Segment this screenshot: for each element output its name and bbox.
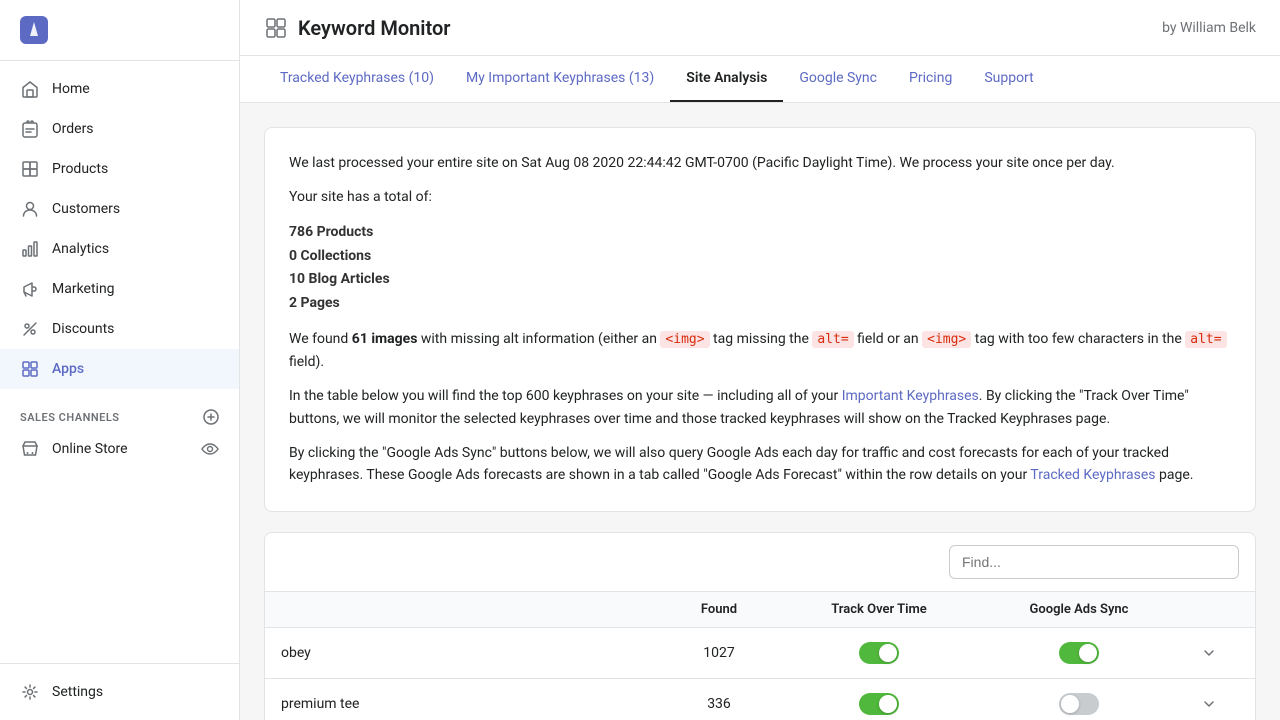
online-store-visibility-icon[interactable] <box>201 440 219 458</box>
topbar: Keyword Monitor by William Belk <box>240 0 1280 56</box>
sidebar-item-customers-label: Customers <box>52 201 120 217</box>
topbar-left: Keyword Monitor <box>264 16 451 40</box>
processed-date-text: We last processed your entire site on Sa… <box>289 152 1231 174</box>
table-row: premium tee 336 <box>265 679 1255 720</box>
header-keyword <box>281 602 659 617</box>
home-icon <box>20 79 40 99</box>
sales-channels-section: SALES CHANNELS Online Store <box>0 397 239 469</box>
alt-attr-2: alt= <box>1185 331 1226 348</box>
table-row: obey 1027 <box>265 628 1255 679</box>
google-toggle-premium-tee-switch[interactable] <box>1059 693 1099 715</box>
sidebar-item-apps[interactable]: Apps <box>0 349 239 389</box>
topbar-author: by William Belk <box>1162 20 1256 36</box>
sidebar-item-marketing[interactable]: Marketing <box>0 269 239 309</box>
settings-icon <box>20 682 40 702</box>
add-sales-channel-icon[interactable] <box>203 409 219 425</box>
keywords-table: Found Track Over Time Google Ads Sync ob… <box>264 532 1256 720</box>
topbar-app-icon <box>264 16 288 40</box>
sidebar-navigation: Home Orders Products Customers <box>0 61 239 397</box>
sales-channels-title: SALES CHANNELS <box>0 397 239 429</box>
header-expand <box>1179 602 1239 617</box>
discounts-icon <box>20 319 40 339</box>
alt-attr-1: alt= <box>812 331 853 348</box>
site-total-section: Your site has a total of: <box>289 186 1231 208</box>
sidebar-logo <box>0 0 239 61</box>
sidebar-item-apps-label: Apps <box>52 361 84 377</box>
track-toggle-obey-switch[interactable] <box>859 642 899 664</box>
online-store-icon <box>20 439 40 459</box>
img-tag-1: <img> <box>660 331 709 348</box>
images-count: 61 images <box>352 331 418 347</box>
table-search-bar <box>265 533 1255 592</box>
expand-obey[interactable] <box>1179 643 1239 663</box>
tab-site-analysis[interactable]: Site Analysis <box>670 56 783 102</box>
content-area: We last processed your entire site on Sa… <box>240 103 1280 720</box>
settings-section: Settings <box>0 663 239 720</box>
sidebar-item-analytics-label: Analytics <box>52 241 109 257</box>
sidebar-item-online-store[interactable]: Online Store <box>0 429 239 469</box>
customers-icon <box>20 199 40 219</box>
apps-icon <box>20 359 40 379</box>
tracked-keyphrases-link[interactable]: Tracked Keyphrases <box>1030 467 1155 483</box>
important-keyphrases-link[interactable]: Important Keyphrases <box>842 388 979 404</box>
search-input[interactable] <box>949 545 1239 579</box>
found-cell-premium-tee: 336 <box>659 696 779 712</box>
chevron-down-icon[interactable] <box>1199 643 1219 663</box>
blog-articles-count: 10 Blog Articles <box>289 268 1231 292</box>
tab-google-sync[interactable]: Google Sync <box>783 56 893 102</box>
sidebar-item-settings-label: Settings <box>52 684 103 700</box>
table-header: Found Track Over Time Google Ads Sync <box>265 592 1255 628</box>
sidebar-item-products-label: Products <box>52 161 108 177</box>
img-tag-2: <img> <box>922 331 971 348</box>
google-toggle-premium-tee[interactable] <box>979 693 1179 715</box>
keyword-cell-premium-tee: premium tee <box>281 696 659 712</box>
google-toggle-obey[interactable] <box>979 642 1179 664</box>
tabs-bar: Tracked Keyphrases (10) My Important Key… <box>240 56 1280 103</box>
shopify-logo-icon <box>20 16 48 44</box>
products-count: 786 Products <box>289 221 1231 245</box>
analytics-icon <box>20 239 40 259</box>
sidebar-item-discounts-label: Discounts <box>52 321 114 337</box>
site-info-section: We last processed your entire site on Sa… <box>264 127 1256 512</box>
header-found: Found <box>659 602 779 617</box>
chevron-down-icon[interactable] <box>1199 694 1219 714</box>
sidebar-item-marketing-label: Marketing <box>52 281 115 297</box>
table-intro-text: In the table below you will find the top… <box>289 385 1231 430</box>
online-store-label: Online Store <box>52 441 128 457</box>
tab-important-keyphrases[interactable]: My Important Keyphrases (13) <box>450 56 670 102</box>
header-track: Track Over Time <box>779 602 979 617</box>
pages-count: 2 Pages <box>289 292 1231 316</box>
track-toggle-premium-tee-switch[interactable] <box>859 693 899 715</box>
found-cell-obey: 1027 <box>659 645 779 661</box>
track-toggle-premium-tee[interactable] <box>779 693 979 715</box>
main-content: Keyword Monitor by William Belk Tracked … <box>240 0 1280 720</box>
tab-tracked-keyphrases[interactable]: Tracked Keyphrases (10) <box>264 56 450 102</box>
sidebar-item-customers[interactable]: Customers <box>0 189 239 229</box>
page-title: Keyword Monitor <box>298 16 451 40</box>
google-toggle-obey-switch[interactable] <box>1059 642 1099 664</box>
sidebar-item-orders[interactable]: Orders <box>0 109 239 149</box>
sidebar-item-settings[interactable]: Settings <box>0 672 239 712</box>
orders-icon <box>20 119 40 139</box>
sidebar-item-analytics[interactable]: Analytics <box>0 229 239 269</box>
sidebar-item-orders-label: Orders <box>52 121 94 137</box>
sidebar-item-products[interactable]: Products <box>0 149 239 189</box>
sidebar-item-discounts[interactable]: Discounts <box>0 309 239 349</box>
sidebar-item-home[interactable]: Home <box>0 69 239 109</box>
tab-pricing[interactable]: Pricing <box>893 56 968 102</box>
collections-count: 0 Collections <box>289 245 1231 269</box>
products-icon <box>20 159 40 179</box>
tab-support[interactable]: Support <box>968 56 1049 102</box>
sidebar: Home Orders Products Customers <box>0 0 240 720</box>
header-google: Google Ads Sync <box>979 602 1179 617</box>
sidebar-item-home-label: Home <box>52 81 90 97</box>
expand-premium-tee[interactable] <box>1179 694 1239 714</box>
marketing-icon <box>20 279 40 299</box>
keyword-cell-obey: obey <box>281 645 659 661</box>
track-toggle-obey[interactable] <box>779 642 979 664</box>
images-info-text: We found 61 images with missing alt info… <box>289 328 1231 373</box>
google-ads-text: By clicking the "Google Ads Sync" button… <box>289 442 1231 487</box>
